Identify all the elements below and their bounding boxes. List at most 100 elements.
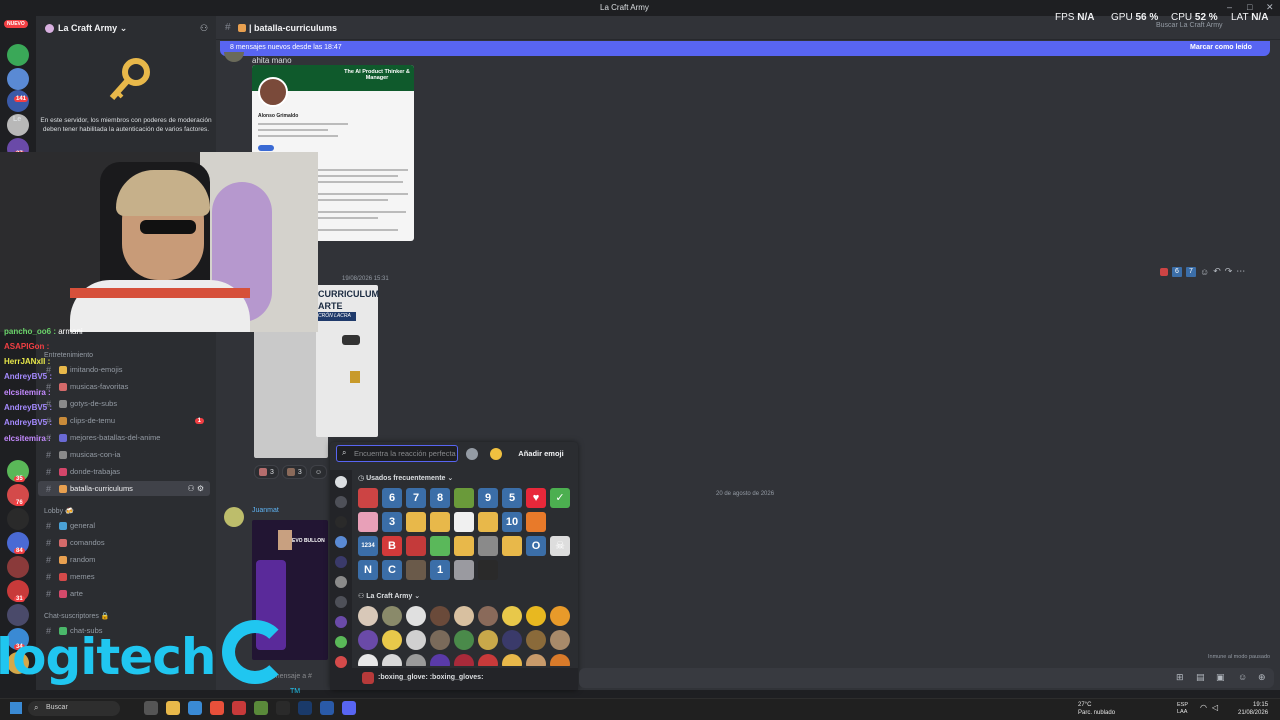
sticker-icon[interactable]: [466, 448, 478, 460]
server-icon[interactable]: [7, 44, 29, 66]
section-frequent[interactable]: ◷ Usados frecuentemente ⌄: [358, 474, 453, 482]
app-icon[interactable]: [254, 701, 268, 715]
server-emoji-option[interactable]: [358, 606, 378, 626]
reaction-pill[interactable]: 3: [281, 465, 307, 479]
clock-icon[interactable]: [335, 476, 347, 488]
server-emoji-option[interactable]: [382, 606, 402, 626]
emoji-option[interactable]: 8: [430, 488, 450, 508]
emoji-option[interactable]: [454, 512, 474, 532]
emoji-option[interactable]: [358, 512, 378, 532]
server-emoji-option[interactable]: [478, 606, 498, 626]
server-emoji-option[interactable]: [550, 630, 570, 650]
emoji-button-icon[interactable]: ☺: [1238, 672, 1247, 682]
emoji-option[interactable]: [526, 512, 546, 532]
gif-icon[interactable]: ▤: [1196, 672, 1205, 683]
forward-icon[interactable]: ↷: [1225, 266, 1233, 277]
emoji-option[interactable]: [430, 536, 450, 556]
apps-icon[interactable]: ⊕: [1258, 672, 1266, 683]
emoji-option[interactable]: [478, 536, 498, 556]
add-emoji-button[interactable]: Añadir emoji: [512, 445, 570, 462]
reply-icon[interactable]: ↶: [1213, 266, 1221, 277]
channel-clips-de-temu[interactable]: # clips-de-temu 1: [38, 413, 210, 428]
new-messages-bar[interactable]: [220, 41, 1270, 56]
category-header[interactable]: Entretenimiento: [44, 352, 93, 359]
server-emoji-option[interactable]: [478, 654, 498, 666]
username[interactable]: Juanmat: [252, 507, 279, 514]
emoji-option[interactable]: [454, 488, 474, 508]
server-emoji-option[interactable]: [406, 606, 426, 626]
app-icon[interactable]: [188, 701, 202, 715]
emoji-option[interactable]: [454, 560, 474, 580]
server-icon[interactable]: [7, 556, 29, 578]
server-emoji-option[interactable]: [550, 654, 570, 666]
server-emoji-option[interactable]: [526, 630, 546, 650]
server-icon[interactable]: [7, 508, 29, 530]
emoji-option[interactable]: 9: [478, 488, 498, 508]
channel-general[interactable]: # general: [38, 518, 210, 533]
channel-musicas-favoritas[interactable]: # musicas-favoritas: [38, 379, 210, 394]
server-label[interactable]: Le: [13, 116, 21, 123]
server-emoji-icon[interactable]: [335, 636, 347, 648]
server-emoji-option[interactable]: [430, 654, 450, 666]
channel-random[interactable]: # random: [38, 552, 210, 567]
wifi-icon[interactable]: ◠: [1200, 703, 1207, 712]
emoji-option[interactable]: ☠: [550, 536, 570, 556]
reaction-emoji-icon[interactable]: [1160, 267, 1168, 276]
emoji-option[interactable]: 3: [382, 512, 402, 532]
server-emoji-icon[interactable]: [335, 536, 347, 548]
add-member-icon[interactable]: ⚇: [200, 23, 208, 34]
server-emoji-option[interactable]: [454, 630, 474, 650]
emoji-option[interactable]: 1234: [358, 536, 378, 556]
emoji-option[interactable]: ♥: [526, 488, 546, 508]
server-emoji-option[interactable]: [358, 630, 378, 650]
channel-mejores-batallas-del-anime[interactable]: # mejores-batallas-del-anime: [38, 430, 210, 445]
reaction-pill[interactable]: 3: [254, 465, 279, 479]
emoji-option[interactable]: [478, 560, 498, 580]
server-emoji-option[interactable]: [358, 654, 378, 666]
emoji-option[interactable]: C: [382, 560, 402, 580]
emoji-option[interactable]: [430, 512, 450, 532]
server-emoji-option[interactable]: [406, 630, 426, 650]
add-reaction-button[interactable]: ☺: [309, 465, 327, 479]
server-emoji-option[interactable]: [502, 606, 522, 626]
server-emoji-option[interactable]: [526, 654, 546, 666]
gift-icon[interactable]: ⊞: [1176, 672, 1184, 683]
emoji-option[interactable]: 5: [502, 488, 522, 508]
category-lobby[interactable]: Lobby 🍻: [44, 507, 74, 515]
obs-icon[interactable]: [276, 701, 290, 715]
emoji-option[interactable]: [406, 536, 426, 556]
server-emoji-option[interactable]: [406, 654, 426, 666]
section-server[interactable]: ⚇ La Craft Army ⌄: [358, 592, 420, 600]
server-emoji-icon[interactable]: [335, 596, 347, 608]
channel-arte[interactable]: # arte: [38, 586, 210, 601]
emoji-option[interactable]: [454, 536, 474, 556]
emoji-option[interactable]: 6: [382, 488, 402, 508]
file-explorer-icon[interactable]: [166, 701, 180, 715]
server-emoji-option[interactable]: [502, 654, 522, 666]
emoji-option[interactable]: [406, 560, 426, 580]
server-emoji-icon[interactable]: [335, 496, 347, 508]
emoji-option[interactable]: [550, 512, 570, 532]
reaction-emoji-icon[interactable]: 6: [1172, 266, 1182, 277]
channel-comandos[interactable]: # comandos: [38, 535, 210, 550]
message-input[interactable]: [579, 668, 1274, 688]
steam-icon[interactable]: [298, 701, 312, 715]
server-emoji-option[interactable]: [550, 606, 570, 626]
channel-settings-icon[interactable]: ⚇ ⚙: [187, 484, 204, 493]
emoji-option[interactable]: ✓: [550, 488, 570, 508]
server-emoji-option[interactable]: [502, 630, 522, 650]
emoji-option[interactable]: [478, 512, 498, 532]
server-icon[interactable]: [7, 68, 29, 90]
emoji-option[interactable]: 10: [502, 512, 522, 532]
steam-icon[interactable]: [320, 701, 334, 715]
taskbar-search[interactable]: [28, 701, 120, 716]
channel-gotys-de-subs[interactable]: # gotys-de-subs: [38, 396, 210, 411]
server-emoji-option[interactable]: [526, 606, 546, 626]
message-image[interactable]: CURRICULUM ARTE CRÓN LACRA: [316, 285, 379, 437]
app-icon[interactable]: [232, 701, 246, 715]
language-indicator[interactable]: ESP LAA: [1177, 702, 1188, 716]
maximize-icon[interactable]: □: [1247, 2, 1252, 12]
search-input[interactable]: Buscar La Craft Army: [1156, 22, 1274, 34]
add-reaction-icon[interactable]: ☺: [1200, 267, 1209, 277]
emoji-option[interactable]: 1: [430, 560, 450, 580]
